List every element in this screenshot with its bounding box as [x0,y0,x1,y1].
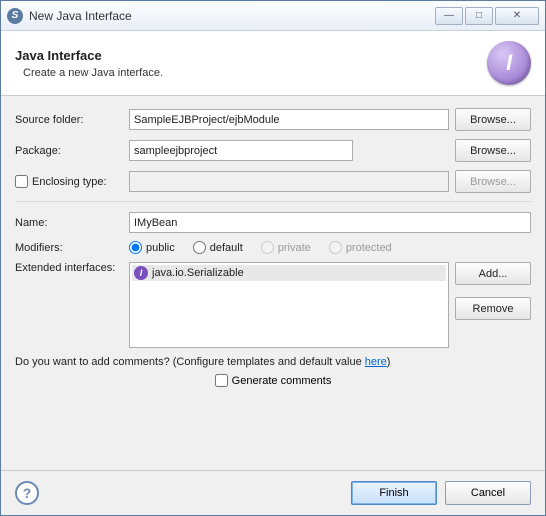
maximize-button[interactable]: □ [465,7,493,25]
add-interface-button[interactable]: Add... [455,262,531,285]
name-label: Name: [15,217,123,229]
modifier-public-radio[interactable]: public [129,241,175,254]
comments-hint: Do you want to add comments? (Configure … [15,356,531,368]
form-body: Source folder: Browse... Package: Browse… [1,96,545,470]
wizard-header: Java Interface Create a new Java interfa… [1,31,545,96]
extended-interfaces-label: Extended interfaces: [15,262,123,274]
remove-interface-button[interactable]: Remove [455,297,531,320]
interface-icon: I [487,41,531,85]
package-input[interactable] [129,140,353,161]
close-button[interactable]: ✕ [495,7,539,25]
finish-button[interactable]: Finish [351,481,437,505]
minimize-button[interactable]: — [435,7,463,25]
window-title: New Java Interface [29,9,435,23]
help-button[interactable]: ? [15,481,39,505]
package-label: Package: [15,145,123,157]
modifiers-label: Modifiers: [15,242,123,254]
modifier-default-radio[interactable]: default [193,241,243,254]
interface-item-icon: I [134,266,148,280]
enclosing-type-label: Enclosing type: [32,176,107,188]
cancel-button[interactable]: Cancel [445,481,531,505]
list-item[interactable]: I java.io.Serializable [132,265,446,281]
titlebar: S New Java Interface — □ ✕ [1,1,545,31]
modifier-protected-radio: protected [329,241,392,254]
enclosing-type-checkbox[interactable]: Enclosing type: [15,175,123,188]
enclosing-type-input [129,171,449,192]
list-item-label: java.io.Serializable [152,267,244,279]
page-subtitle: Create a new Java interface. [15,67,487,79]
dialog-footer: ? Finish Cancel [1,470,545,515]
page-title: Java Interface [15,48,487,63]
dialog-window: S New Java Interface — □ ✕ Java Interfac… [0,0,546,516]
generate-comments-check-input[interactable] [215,374,228,387]
app-icon: S [7,8,23,24]
enclosing-type-check-input[interactable] [15,175,28,188]
window-controls: — □ ✕ [435,7,539,25]
source-folder-browse-button[interactable]: Browse... [455,108,531,131]
generate-comments-label: Generate comments [232,375,332,387]
generate-comments-checkbox[interactable]: Generate comments [215,374,332,387]
configure-templates-link[interactable]: here [365,356,387,368]
enclosing-type-browse-button: Browse... [455,170,531,193]
name-input[interactable] [129,212,531,233]
extended-interfaces-list[interactable]: I java.io.Serializable [129,262,449,348]
package-browse-button[interactable]: Browse... [455,139,531,162]
source-folder-label: Source folder: [15,114,123,126]
modifier-private-radio: private [261,241,311,254]
separator [15,201,531,202]
source-folder-input[interactable] [129,109,449,130]
